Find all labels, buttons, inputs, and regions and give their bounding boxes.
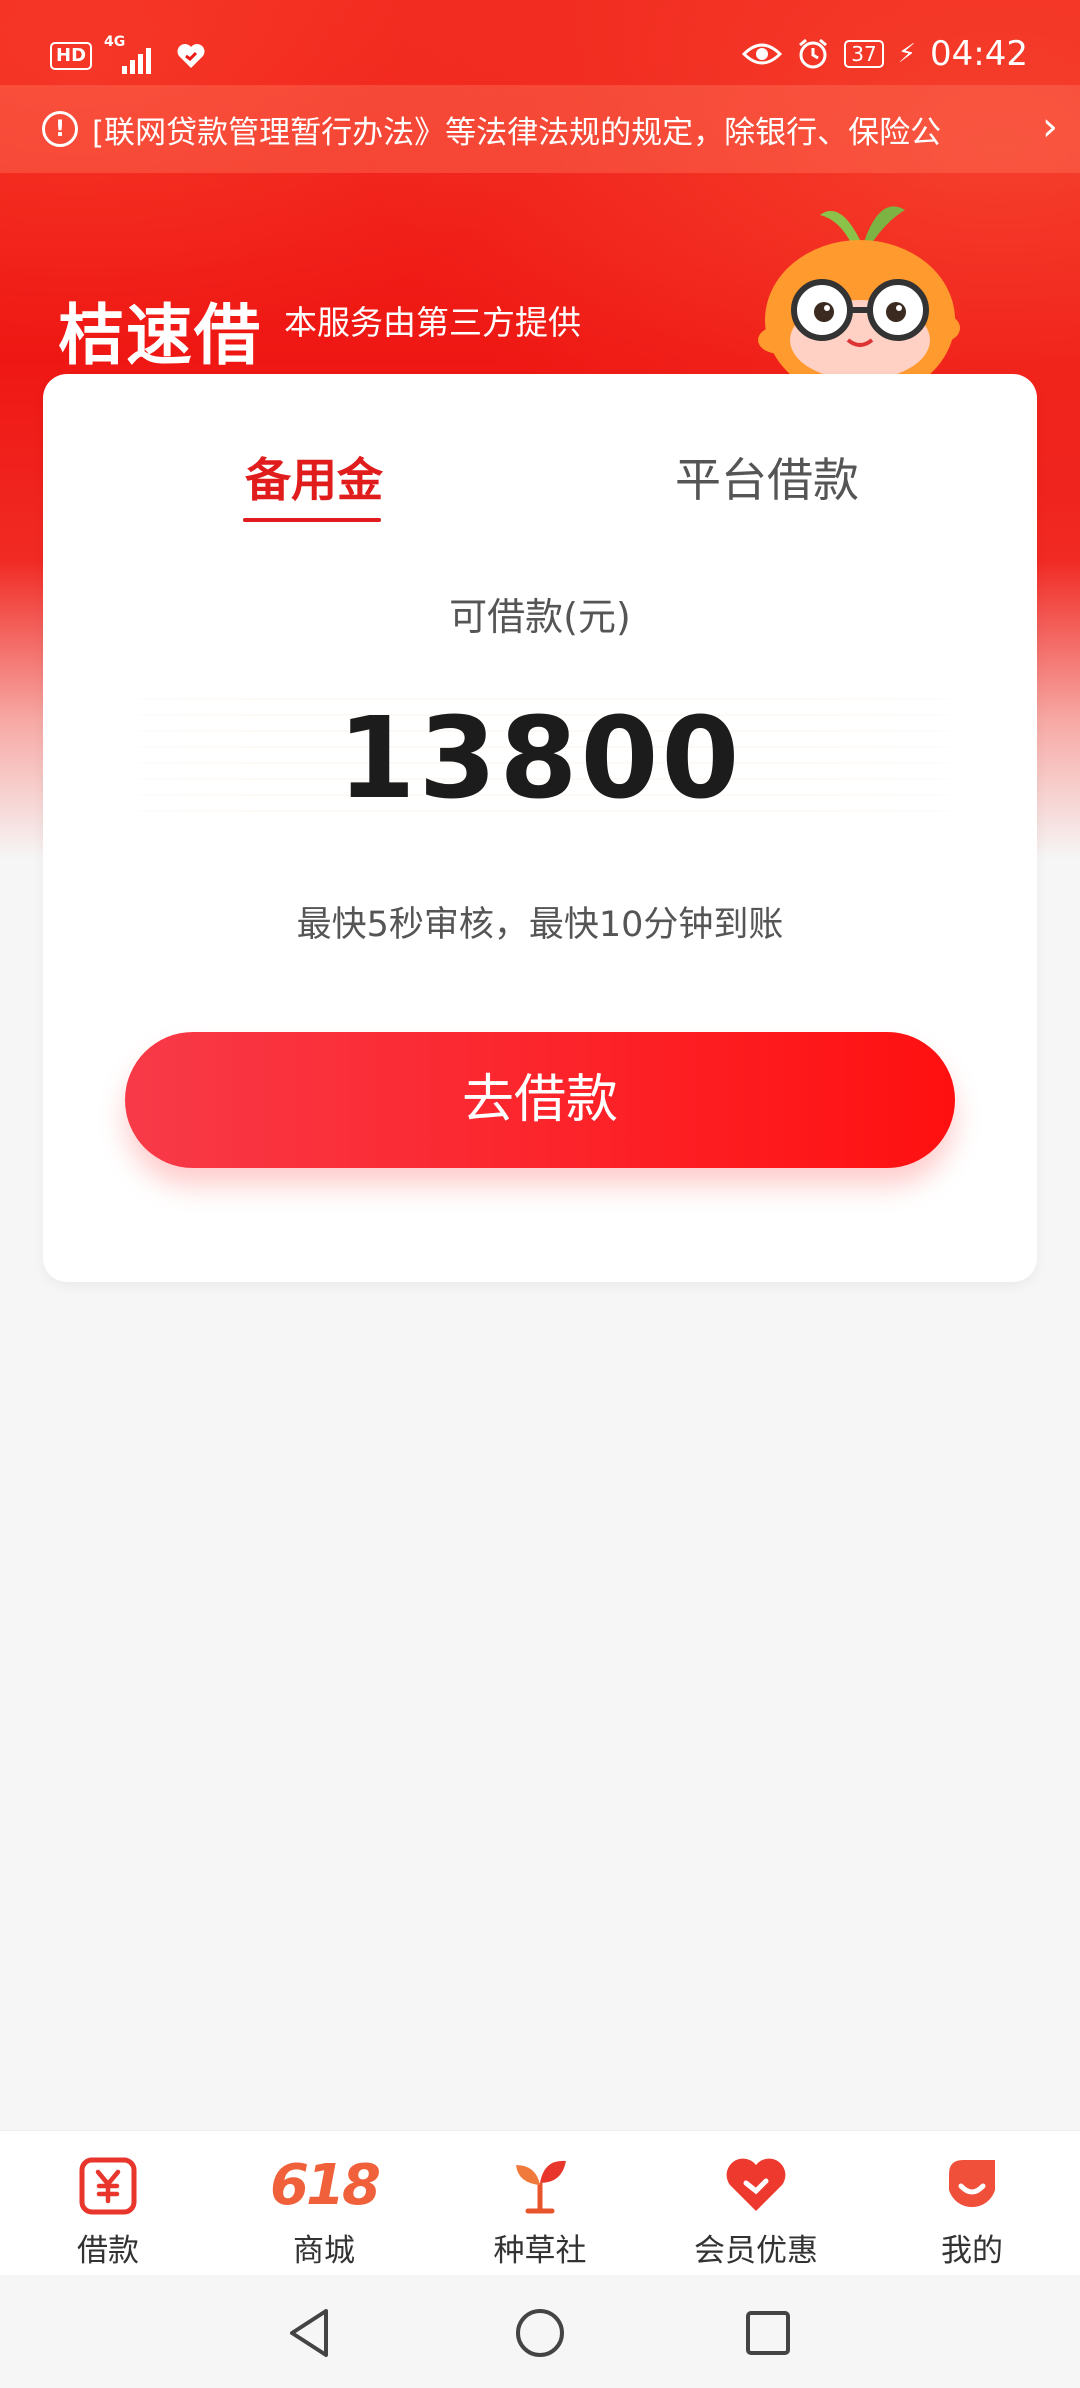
member-heart-icon [726,2158,786,2211]
sprout-icon [516,2160,566,2214]
tabbar-label: 种草社 [493,2233,587,2269]
speed-note: 最快5秒审核，最快10分钟到账 [296,905,784,945]
tabbar-label: 我的 [941,2233,1003,2269]
tab-platform-loan[interactable]: 平台借款 [675,444,859,510]
tab-reserve-fund[interactable]: 备用金 [245,444,383,510]
battery-indicator: 37 [844,40,884,68]
tabbar-item-community[interactable]: 种草社 [460,2149,620,2270]
bottom-tab-bar: 借款 618 商城 种草社 会员优惠 我的 [0,2130,1080,2276]
brand-logo: 桔速借 [58,296,262,374]
borrow-button[interactable]: 去借款 [125,1032,955,1168]
clock-time: 04:42 [930,34,1028,74]
signal-icon: 4G [104,34,164,74]
alarm-icon [799,38,828,69]
eye-icon [742,43,783,65]
loan-card: 备用金 平台借款 可借款(元) 13800 最快5秒审核，最快10分钟到账 去借… [43,374,1037,1282]
chevron-right-icon[interactable]: › [1042,105,1058,149]
recents-square-icon[interactable] [738,2303,798,2363]
tabbar-item-member[interactable]: 会员优惠 [676,2149,836,2270]
active-tab-indicator [243,518,381,522]
yuan-icon [79,2157,137,2215]
tabbar-label: 借款 [77,2233,139,2269]
tabbar-label: 商城 [293,2233,355,2269]
available-amount: 13800 [337,694,743,824]
system-nav-bar [0,2275,1080,2388]
notice-bar[interactable]: ! [联网贷款管理暂行办法》等法律法规的规定，除银行、保险公 › [0,85,1080,173]
notice-text: [联网贷款管理暂行办法》等法律法规的规定，除银行、保险公 [92,114,942,151]
mascot-icon [758,206,960,380]
profile-icon [949,2160,995,2208]
tabbar-item-loan[interactable]: 借款 [28,2149,188,2270]
618-icon: 618 [270,2152,381,2218]
brand-subtitle: 本服务由第三方提供 [284,303,581,342]
home-circle-icon[interactable] [510,2303,570,2363]
tabbar-item-mall[interactable]: 618 商城 [244,2149,404,2270]
heart-status-icon [177,44,205,68]
alert-circle-icon: ! [42,111,78,147]
charging-icon: ⚡ [897,39,917,69]
available-amount-label: 可借款(元) [449,595,631,639]
tabbar-item-profile[interactable]: 我的 [892,2149,1052,2270]
back-triangle-icon[interactable] [280,2303,340,2363]
hd-indicator: HD [50,42,93,70]
tabbar-label: 会员优惠 [694,2233,818,2269]
